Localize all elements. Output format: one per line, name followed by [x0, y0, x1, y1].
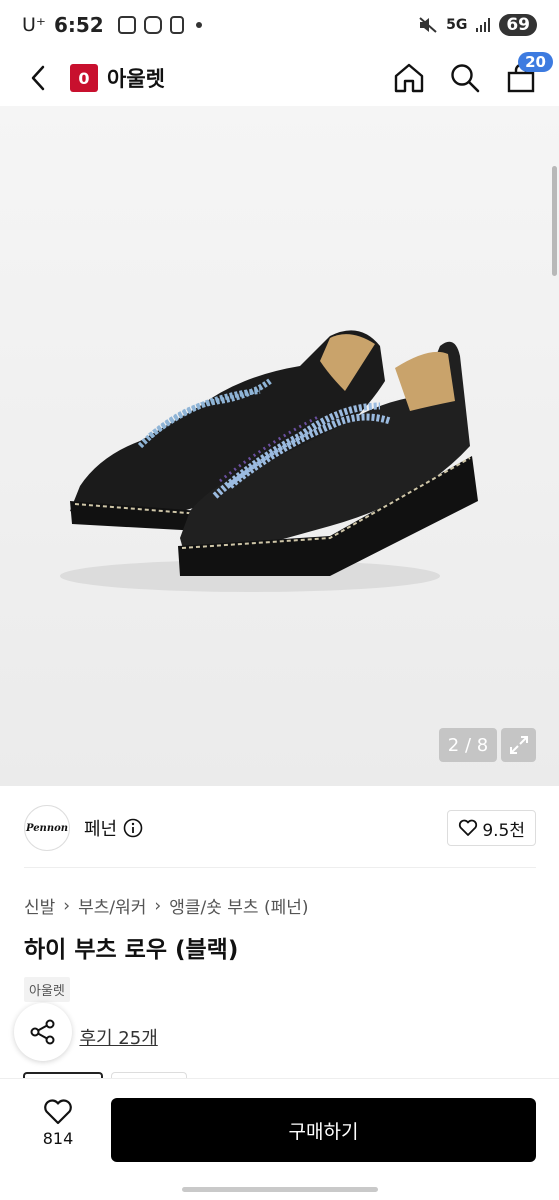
brand-logo[interactable]: 0: [70, 64, 98, 92]
share-icon: [30, 1019, 55, 1045]
nav-actions: 20: [391, 52, 553, 96]
status-left: U⁺ 6:52: [22, 13, 202, 37]
home-icon: [394, 63, 424, 93]
back-icon: [31, 65, 45, 91]
mute-icon: [419, 17, 437, 33]
battery-indicator: 69: [499, 14, 537, 36]
back-button[interactable]: [20, 60, 56, 96]
screenshot-icon: [117, 16, 136, 34]
status-right: 5G 69: [418, 14, 537, 36]
home-indicator[interactable]: [182, 1187, 378, 1192]
breadcrumb: 신발 › 부츠/워커 › 앵클/숏 부츠 (페넌): [24, 893, 308, 919]
brand-name[interactable]: 아울렛: [107, 63, 165, 93]
bottom-action-bar: 814 구매하기: [0, 1078, 559, 1200]
seller-like-button[interactable]: 9.5천: [447, 810, 536, 846]
cart-button[interactable]: 20: [503, 52, 553, 96]
breadcrumb-item[interactable]: 신발: [24, 893, 55, 918]
product-shoe-image: [60, 330, 478, 592]
instagram-icon: [143, 16, 162, 34]
divider: [24, 867, 536, 868]
seller-avatar[interactable]: Pennon: [24, 805, 70, 851]
image-counter: 2 / 8: [439, 728, 497, 762]
network-label: 5G: [446, 17, 468, 33]
chevron-right-icon: ›: [63, 895, 71, 916]
breadcrumb-item[interactable]: 앵클/숏 부츠 (페넌): [169, 893, 308, 918]
top-nav: 0 아울렛 20: [0, 50, 559, 106]
status-bar: U⁺ 6:52 5G 69: [0, 0, 559, 50]
heart-icon: [459, 819, 478, 836]
signal-icon: [476, 18, 491, 32]
chevron-right-icon: ›: [154, 895, 162, 916]
page-scrollbar[interactable]: [552, 166, 557, 276]
seller-row: Pennon 페넌 9.5천: [24, 802, 536, 854]
product-image-gallery[interactable]: 2 / 8: [0, 106, 559, 786]
product-title: 하이 부츠 로우 (블랙): [24, 937, 239, 963]
nfc-icon: [169, 16, 184, 34]
seller-name[interactable]: 페넌: [84, 815, 117, 841]
share-button[interactable]: [14, 1003, 72, 1061]
buy-button[interactable]: 구매하기: [111, 1098, 536, 1162]
review-link[interactable]: 후기 25개: [79, 1024, 157, 1050]
outlet-tag: 아울렛: [24, 977, 70, 1002]
clock: 6:52: [53, 13, 104, 37]
expand-icon: [509, 736, 528, 754]
home-button[interactable]: [391, 60, 427, 96]
search-button[interactable]: [447, 60, 483, 96]
notification-dot-icon: [195, 22, 202, 28]
expand-image-button[interactable]: [501, 728, 536, 762]
wishlist-count: 814: [42, 1129, 74, 1148]
carrier-label: U⁺: [22, 14, 46, 36]
cart-count-badge: 20: [518, 52, 553, 72]
wishlist-button[interactable]: 814: [30, 1099, 86, 1148]
seller-like-count: 9.5천: [482, 820, 525, 841]
info-icon[interactable]: [123, 818, 143, 838]
search-icon: [451, 64, 480, 93]
breadcrumb-item[interactable]: 부츠/워커: [78, 893, 146, 918]
heart-icon: [44, 1099, 72, 1125]
